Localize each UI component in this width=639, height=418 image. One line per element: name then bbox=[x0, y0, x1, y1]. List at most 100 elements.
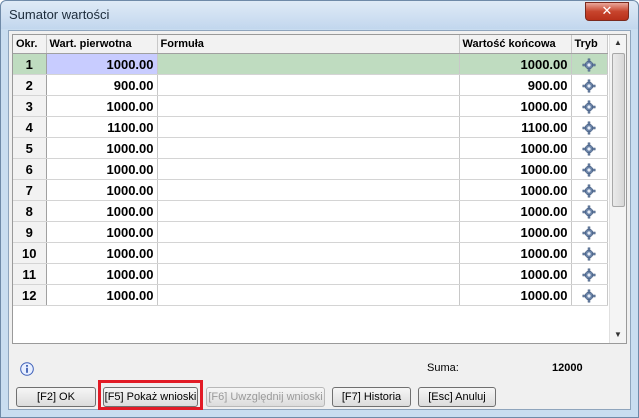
table-row[interactable]: 10 1000.00 1000.00 bbox=[13, 242, 608, 264]
cell-tryb[interactable] bbox=[571, 137, 608, 159]
cell-formula[interactable] bbox=[157, 200, 460, 222]
gear-icon[interactable] bbox=[582, 121, 596, 135]
cell-wart-pierwotna[interactable]: 1000.00 bbox=[46, 95, 158, 117]
row-number: 4 bbox=[13, 116, 47, 138]
header-wartosc-koncowa[interactable]: Wartość końcowa bbox=[459, 35, 572, 54]
cell-wart-pierwotna[interactable]: 900.00 bbox=[46, 74, 158, 96]
gear-icon[interactable] bbox=[582, 205, 596, 219]
gear-icon[interactable] bbox=[582, 163, 596, 177]
dialog-window: Sumator wartości ✕ Okr. Wart. pierwotna … bbox=[0, 0, 639, 418]
gear-icon[interactable] bbox=[582, 226, 596, 240]
cell-formula[interactable] bbox=[157, 221, 460, 243]
table-row[interactable]: 5 1000.00 1000.00 bbox=[13, 137, 608, 159]
table-row[interactable]: 2 900.00 900.00 bbox=[13, 74, 608, 96]
values-grid: Okr. Wart. pierwotna Formuła Wartość koń… bbox=[12, 34, 627, 344]
cell-wartosc-koncowa: 1000.00 bbox=[459, 179, 572, 201]
cell-formula[interactable] bbox=[157, 179, 460, 201]
table-row[interactable]: 7 1000.00 1000.00 bbox=[13, 179, 608, 201]
cell-wart-pierwotna[interactable]: 1000.00 bbox=[46, 179, 158, 201]
cell-formula[interactable] bbox=[157, 158, 460, 180]
cell-formula[interactable] bbox=[157, 74, 460, 96]
info-icon[interactable] bbox=[20, 362, 34, 376]
table-row[interactable]: 3 1000.00 1000.00 bbox=[13, 95, 608, 117]
row-number: 11 bbox=[13, 263, 47, 285]
gear-icon[interactable] bbox=[582, 142, 596, 156]
cell-wart-pierwotna[interactable]: 1000.00 bbox=[46, 200, 158, 222]
cell-wart-pierwotna[interactable]: 1000.00 bbox=[46, 137, 158, 159]
cell-tryb[interactable] bbox=[571, 284, 608, 306]
gear-icon[interactable] bbox=[582, 268, 596, 282]
vertical-scrollbar[interactable]: ▲ ▼ bbox=[609, 35, 626, 343]
row-number: 9 bbox=[13, 221, 47, 243]
cell-wart-pierwotna[interactable]: 1000.00 bbox=[46, 158, 158, 180]
row-number: 12 bbox=[13, 284, 47, 306]
suma-label: Suma: bbox=[427, 362, 459, 374]
cell-tryb[interactable] bbox=[571, 221, 608, 243]
cell-wart-pierwotna[interactable]: 1000.00 bbox=[46, 284, 158, 306]
cell-tryb[interactable] bbox=[571, 200, 608, 222]
cell-tryb[interactable] bbox=[571, 179, 608, 201]
gear-icon[interactable] bbox=[582, 79, 596, 93]
table-row[interactable]: 4 1100.00 1100.00 bbox=[13, 116, 608, 138]
cell-wart-pierwotna[interactable]: 1000.00 bbox=[46, 221, 158, 243]
cell-tryb[interactable] bbox=[571, 95, 608, 117]
title-bar[interactable]: Sumator wartości ✕ bbox=[1, 1, 638, 29]
row-number: 5 bbox=[13, 137, 47, 159]
uwzglednij-wnioski-button[interactable]: [F6] Uwzględnij wnioski bbox=[206, 387, 325, 407]
cell-formula[interactable] bbox=[157, 137, 460, 159]
table-row[interactable]: 12 1000.00 1000.00 bbox=[13, 284, 608, 306]
cell-wartosc-koncowa: 1100.00 bbox=[459, 116, 572, 138]
table-row[interactable]: 8 1000.00 1000.00 bbox=[13, 200, 608, 222]
header-okr[interactable]: Okr. bbox=[13, 35, 47, 54]
row-number: 8 bbox=[13, 200, 47, 222]
values-table: Okr. Wart. pierwotna Formuła Wartość koń… bbox=[13, 35, 608, 306]
table-row[interactable]: 1 1000.00 1000.00 bbox=[13, 53, 608, 75]
row-number: 7 bbox=[13, 179, 47, 201]
cell-formula[interactable] bbox=[157, 242, 460, 264]
gear-icon[interactable] bbox=[582, 289, 596, 303]
cell-wart-pierwotna[interactable]: 1000.00 bbox=[46, 263, 158, 285]
pokaz-wnioski-button[interactable]: [F5] Pokaż wnioski bbox=[103, 387, 198, 407]
header-tryb[interactable]: Tryb bbox=[571, 35, 608, 54]
cell-wart-pierwotna[interactable]: 1000.00 bbox=[46, 53, 158, 75]
gear-icon[interactable] bbox=[582, 100, 596, 114]
cell-formula[interactable] bbox=[157, 53, 460, 75]
cell-wart-pierwotna[interactable]: 1000.00 bbox=[46, 242, 158, 264]
cell-tryb[interactable] bbox=[571, 53, 608, 75]
cell-formula[interactable] bbox=[157, 95, 460, 117]
cell-formula[interactable] bbox=[157, 116, 460, 138]
anuluj-button[interactable]: [Esc] Anuluj bbox=[418, 387, 496, 407]
close-icon: ✕ bbox=[601, 4, 613, 19]
header-wart-pierwotna[interactable]: Wart. pierwotna bbox=[46, 35, 158, 54]
table-row[interactable]: 6 1000.00 1000.00 bbox=[13, 158, 608, 180]
table-row[interactable]: 9 1000.00 1000.00 bbox=[13, 221, 608, 243]
cell-tryb[interactable] bbox=[571, 116, 608, 138]
cell-tryb[interactable] bbox=[571, 158, 608, 180]
cell-wartosc-koncowa: 900.00 bbox=[459, 74, 572, 96]
gear-icon[interactable] bbox=[582, 247, 596, 261]
cell-tryb[interactable] bbox=[571, 242, 608, 264]
cell-formula[interactable] bbox=[157, 263, 460, 285]
row-number: 1 bbox=[13, 53, 47, 75]
cell-tryb[interactable] bbox=[571, 263, 608, 285]
cell-tryb[interactable] bbox=[571, 74, 608, 96]
suma-value: 12000 bbox=[552, 362, 583, 374]
window-title: Sumator wartości bbox=[9, 7, 110, 22]
scroll-down-icon[interactable]: ▼ bbox=[611, 327, 625, 343]
scroll-up-icon[interactable]: ▲ bbox=[611, 35, 625, 51]
ok-button[interactable]: [F2] OK bbox=[16, 387, 96, 407]
cell-wart-pierwotna[interactable]: 1100.00 bbox=[46, 116, 158, 138]
cell-formula[interactable] bbox=[157, 284, 460, 306]
header-formula[interactable]: Formuła bbox=[157, 35, 460, 54]
scrollbar-thumb[interactable] bbox=[612, 53, 625, 207]
row-number: 3 bbox=[13, 95, 47, 117]
row-number: 2 bbox=[13, 74, 47, 96]
close-button[interactable]: ✕ bbox=[585, 2, 629, 21]
historia-button[interactable]: [F7] Historia bbox=[332, 387, 411, 407]
gear-icon[interactable] bbox=[582, 58, 596, 72]
row-number: 10 bbox=[13, 242, 47, 264]
cell-wartosc-koncowa: 1000.00 bbox=[459, 137, 572, 159]
cell-wartosc-koncowa: 1000.00 bbox=[459, 242, 572, 264]
gear-icon[interactable] bbox=[582, 184, 596, 198]
table-row[interactable]: 11 1000.00 1000.00 bbox=[13, 263, 608, 285]
